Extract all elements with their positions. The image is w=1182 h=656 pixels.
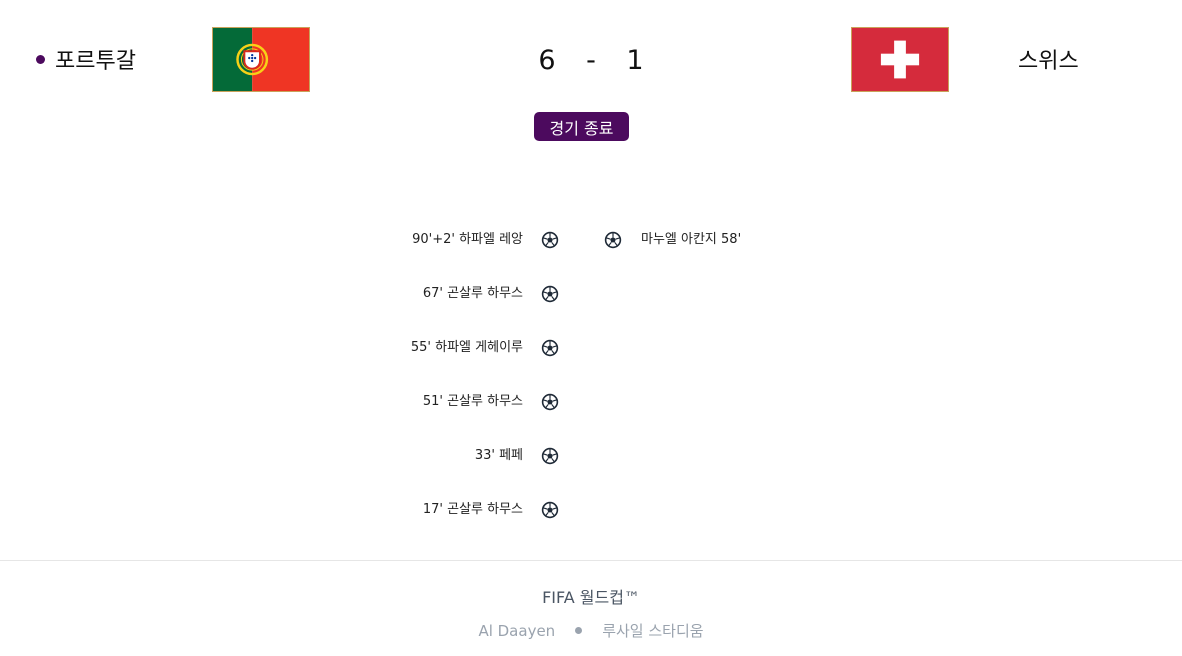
soccer-ball-icon xyxy=(604,231,622,249)
venue-row: Al Daayen 루사일 스타디움 xyxy=(0,620,1182,641)
soccer-ball-icon xyxy=(541,339,559,357)
away-goal-event: 마누엘 아칸지 58' xyxy=(641,232,742,247)
home-goal-event: 17' 곤살루 하무스 xyxy=(422,502,523,517)
home-goal-event: 51' 곤살루 하무스 xyxy=(422,394,523,409)
soccer-ball-icon xyxy=(541,447,559,465)
match-page: 포르투갈 6 - 1 스위스 경기 종료 90'+2' 하파엘 레앙 67' 곤… xyxy=(0,0,1182,656)
home-goal-event: 33' 페페 xyxy=(474,448,523,463)
home-goal-event: 67' 곤살루 하무스 xyxy=(422,286,523,301)
soccer-ball-icon xyxy=(541,501,559,519)
home-goal-event: 55' 하파엘 게헤이루 xyxy=(410,340,523,355)
venue-stadium: 루사일 스타디움 xyxy=(602,622,704,640)
divider xyxy=(0,560,1182,561)
venue-city: Al Daayen xyxy=(478,621,556,640)
competition-name[interactable]: FIFA 월드컵™ xyxy=(0,584,1182,608)
soccer-ball-icon xyxy=(541,393,559,411)
venue-separator-dot xyxy=(575,627,583,634)
soccer-ball-icon xyxy=(541,231,559,249)
soccer-ball-icon xyxy=(541,285,559,303)
home-goal-event: 90'+2' 하파엘 레앙 xyxy=(412,232,523,247)
goal-events: 90'+2' 하파엘 레앙 67' 곤살루 하무스 55' 하파엘 게헤이루 51' … xyxy=(0,0,1182,560)
